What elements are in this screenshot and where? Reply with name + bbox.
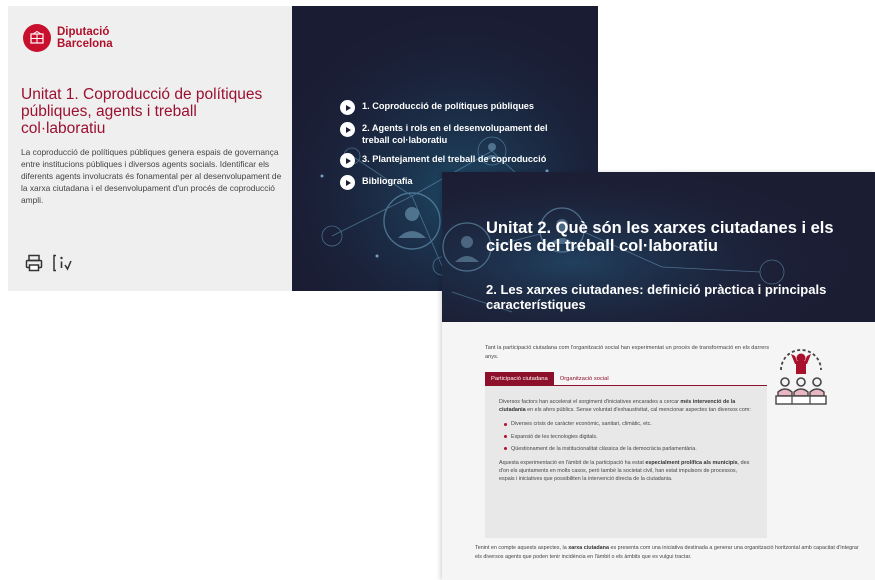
- unit2-slide: Unitat 2. Què són les xarxes ciutadanes …: [442, 172, 875, 580]
- tab-panel: Diversos factors han accelerat el sorgim…: [485, 386, 767, 538]
- content-tabs: Participació ciutadana Organització soci…: [485, 372, 767, 386]
- menu-item-label: Bibliografia: [362, 176, 413, 186]
- unit1-description: La coproducció de polítiques públiques g…: [21, 147, 282, 205]
- brand-name: Diputació Barcelona: [57, 26, 113, 50]
- play-circle-icon: [340, 175, 355, 190]
- panel-paragraph-2: Aquesta experimentació en l'àmbit de la …: [499, 459, 751, 484]
- menu-item-label: 2. Agents i rols en el desenvolupament d…: [362, 123, 548, 145]
- play-circle-icon: [340, 122, 355, 137]
- text-run: Diversos factors han accelerat el sorgim…: [499, 399, 681, 405]
- panel-paragraph-1: Diversos factors han accelerat el sorgim…: [499, 398, 751, 414]
- factors-list: Diverses crisis de caràcter econòmic, sa…: [499, 420, 751, 453]
- unit1-intro-panel: Diputació Barcelona Unitat 1. Coproducci…: [8, 6, 292, 291]
- tab-organitzacio-social[interactable]: Organització social: [554, 372, 615, 385]
- unit1-toolbar: [23, 252, 73, 274]
- menu-item-plantejament[interactable]: 3. Plantejament del treball de coproducc…: [340, 153, 560, 168]
- unit2-header: Unitat 2. Què són les xarxes ciutadanes …: [442, 172, 875, 322]
- menu-item-label: 3. Plantejament del treball de coproducc…: [362, 154, 547, 164]
- intro-paragraph: Tant la participació ciutadana com l'org…: [485, 345, 770, 360]
- people-network-icon: [775, 344, 827, 406]
- section-subtitle: 2. Les xarxes ciutadanes: definició pràc…: [486, 282, 827, 312]
- text-run: en els afers públics. Sense voluntat d'e…: [525, 407, 751, 414]
- list-item: Expansió de les tecnologies digitals.: [499, 433, 751, 441]
- bold-text-run: xarxa ciutadana: [568, 545, 609, 551]
- outro-paragraph: Tenint en compte aquests aspectes, la xa…: [475, 544, 860, 562]
- menu-item-label: 1. Coproducció de polítiques públiques: [362, 101, 535, 111]
- list-item: Qüestionament de la institucionalitat cl…: [499, 445, 751, 453]
- list-item: Diverses crisis de caràcter econòmic, sa…: [499, 420, 751, 428]
- unit2-content: Tant la participació ciutadana com l'org…: [442, 322, 875, 580]
- info-icon: [53, 254, 72, 272]
- bold-text-run: especialment prolífica als municipis: [645, 460, 738, 467]
- tab-participacio-ciutadana[interactable]: Participació ciutadana: [485, 372, 554, 385]
- menu-item-agents-rols[interactable]: 2. Agents i rols en el desenvolupament d…: [340, 122, 560, 146]
- unit1-title: Unitat 1. Coproducció de polítiques públ…: [21, 86, 263, 137]
- info-button[interactable]: [51, 252, 73, 274]
- print-button[interactable]: [23, 252, 45, 274]
- diputacio-seal-icon: [23, 24, 51, 52]
- text-run: Tenint en compte aquests aspectes, la: [475, 545, 569, 551]
- brand-line2: Barcelona: [57, 38, 113, 50]
- unit2-title: Unitat 2. Què són les xarxes ciutadanes …: [486, 219, 834, 255]
- diputacio-logo: Diputació Barcelona: [23, 24, 113, 52]
- brand-line1: Diputació: [57, 26, 110, 38]
- play-circle-icon: [340, 153, 355, 168]
- menu-item-coproduccio[interactable]: 1. Coproducció de polítiques públiques: [340, 100, 560, 115]
- play-circle-icon: [340, 100, 355, 115]
- print-icon: [25, 254, 43, 272]
- text-run: Aquesta experimentació en l'àmbit de la …: [499, 460, 646, 467]
